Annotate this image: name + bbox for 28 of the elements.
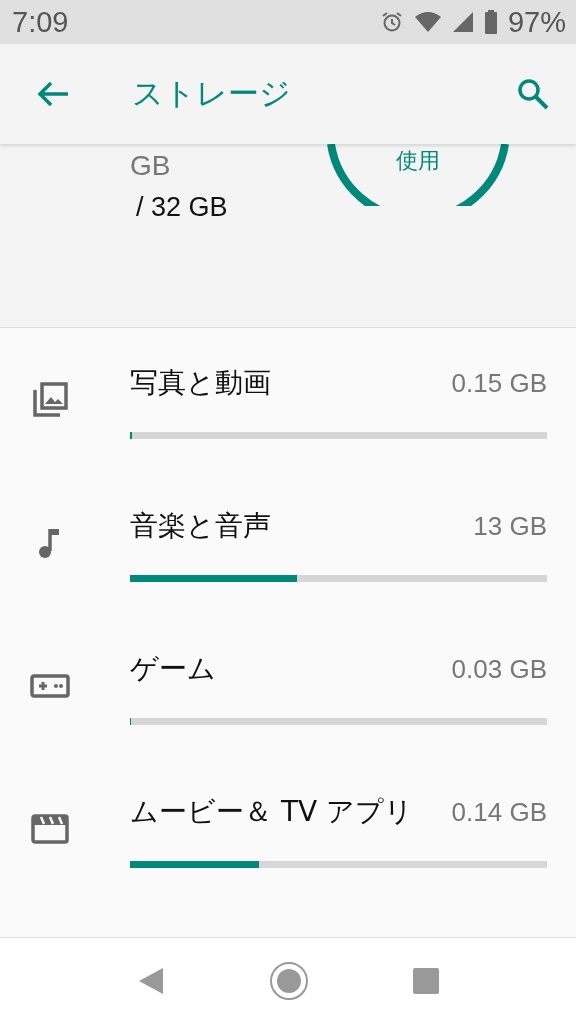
photo-library-icon <box>32 381 68 418</box>
recents-nav-icon[interactable] <box>411 967 440 995</box>
status-time: 7:09 <box>12 5 69 39</box>
screen-title: ストレージ <box>132 74 292 113</box>
total-storage: / 32 GB <box>136 192 228 223</box>
search-icon[interactable] <box>516 77 550 111</box>
category-size: 0.15 GB <box>451 367 547 399</box>
category-label: 写真と動画 <box>130 365 271 401</box>
usage-label: 使用 <box>395 147 441 175</box>
category-label: ムービー＆ TV アプリ <box>130 794 414 830</box>
home-nav-icon[interactable] <box>269 961 309 1001</box>
gamepad-icon <box>30 673 70 698</box>
used-storage-unit: GB <box>130 150 172 182</box>
battery-percent: 97% <box>507 5 566 39</box>
wifi-icon <box>413 11 442 33</box>
category-size: 13 GB <box>473 510 547 542</box>
battery-icon <box>483 10 498 34</box>
storage-category-item[interactable]: ムービー＆ TV アプリ 0.14 GB <box>0 757 576 900</box>
category-label: 音楽と音声 <box>130 508 271 544</box>
signal-icon <box>451 11 474 33</box>
storage-category-item[interactable]: 音楽と音声 13 GB <box>0 471 576 614</box>
clapperboard-icon <box>31 813 69 844</box>
back-arrow-icon[interactable] <box>36 80 70 108</box>
storage-category-item[interactable]: 写真と動画 0.15 GB <box>0 328 576 471</box>
category-label: ゲーム <box>130 651 216 687</box>
storage-category-item[interactable]: ゲーム 0.03 GB <box>0 614 576 757</box>
category-size: 0.03 GB <box>451 653 547 685</box>
category-size: 0.14 GB <box>451 796 547 828</box>
